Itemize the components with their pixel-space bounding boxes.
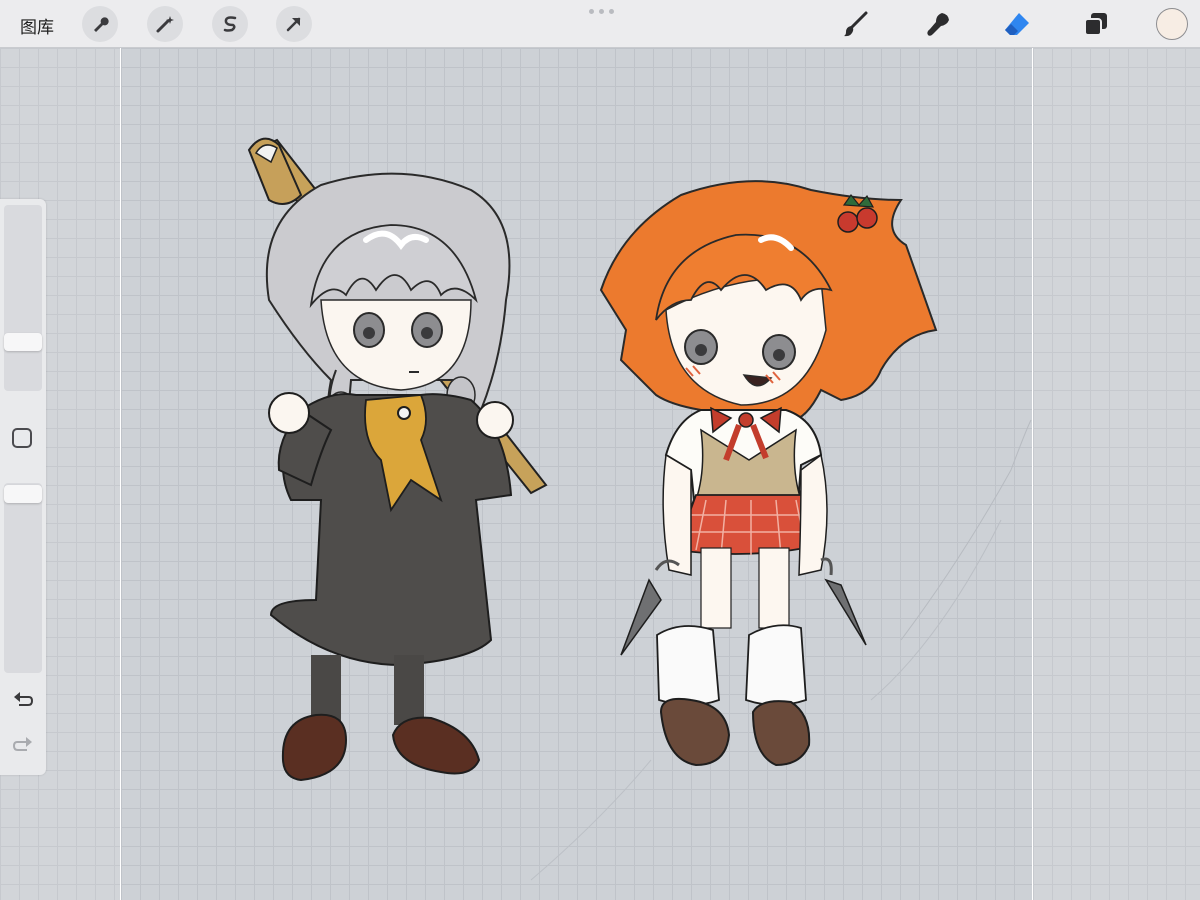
- selection-button[interactable]: [212, 6, 248, 42]
- opacity-slider[interactable]: [4, 483, 42, 673]
- smudge-tool-button[interactable]: [920, 6, 956, 42]
- opacity-thumb[interactable]: [4, 485, 42, 503]
- brush-icon: [844, 11, 868, 37]
- brush-size-thumb[interactable]: [4, 333, 42, 351]
- orange-haired-girl: [599, 180, 938, 767]
- gray-haired-girl: [247, 137, 548, 782]
- redo-icon[interactable]: [11, 734, 35, 758]
- undo-icon[interactable]: [11, 689, 35, 713]
- layers-icon: [1084, 13, 1107, 36]
- adjustments-button[interactable]: [147, 6, 183, 42]
- brush-sidebar: [0, 199, 46, 775]
- transform-button[interactable]: [276, 6, 312, 42]
- drawing-canvas[interactable]: [120, 48, 1033, 900]
- layers-button[interactable]: [1078, 6, 1114, 42]
- workspace-right: [1033, 48, 1200, 900]
- eraser-tool-button[interactable]: [999, 6, 1035, 42]
- eraser-icon: [1005, 13, 1029, 35]
- smudge-icon: [927, 13, 949, 36]
- top-grabber[interactable]: [589, 9, 614, 14]
- artwork-illustration: [247, 137, 1032, 881]
- arrow-cursor-icon: [286, 17, 301, 32]
- magic-wand-icon: [156, 16, 174, 33]
- selection-s-icon: [223, 16, 237, 32]
- brush-tool-button[interactable]: [837, 6, 873, 42]
- top-toolbar: 图库: [0, 0, 1200, 48]
- brush-size-slider[interactable]: [4, 205, 42, 391]
- wrench-icon: [94, 17, 109, 32]
- actions-button[interactable]: [82, 6, 118, 42]
- gallery-button[interactable]: 图库: [20, 13, 54, 38]
- modify-button[interactable]: [12, 428, 32, 448]
- color-picker-button[interactable]: [1156, 8, 1188, 40]
